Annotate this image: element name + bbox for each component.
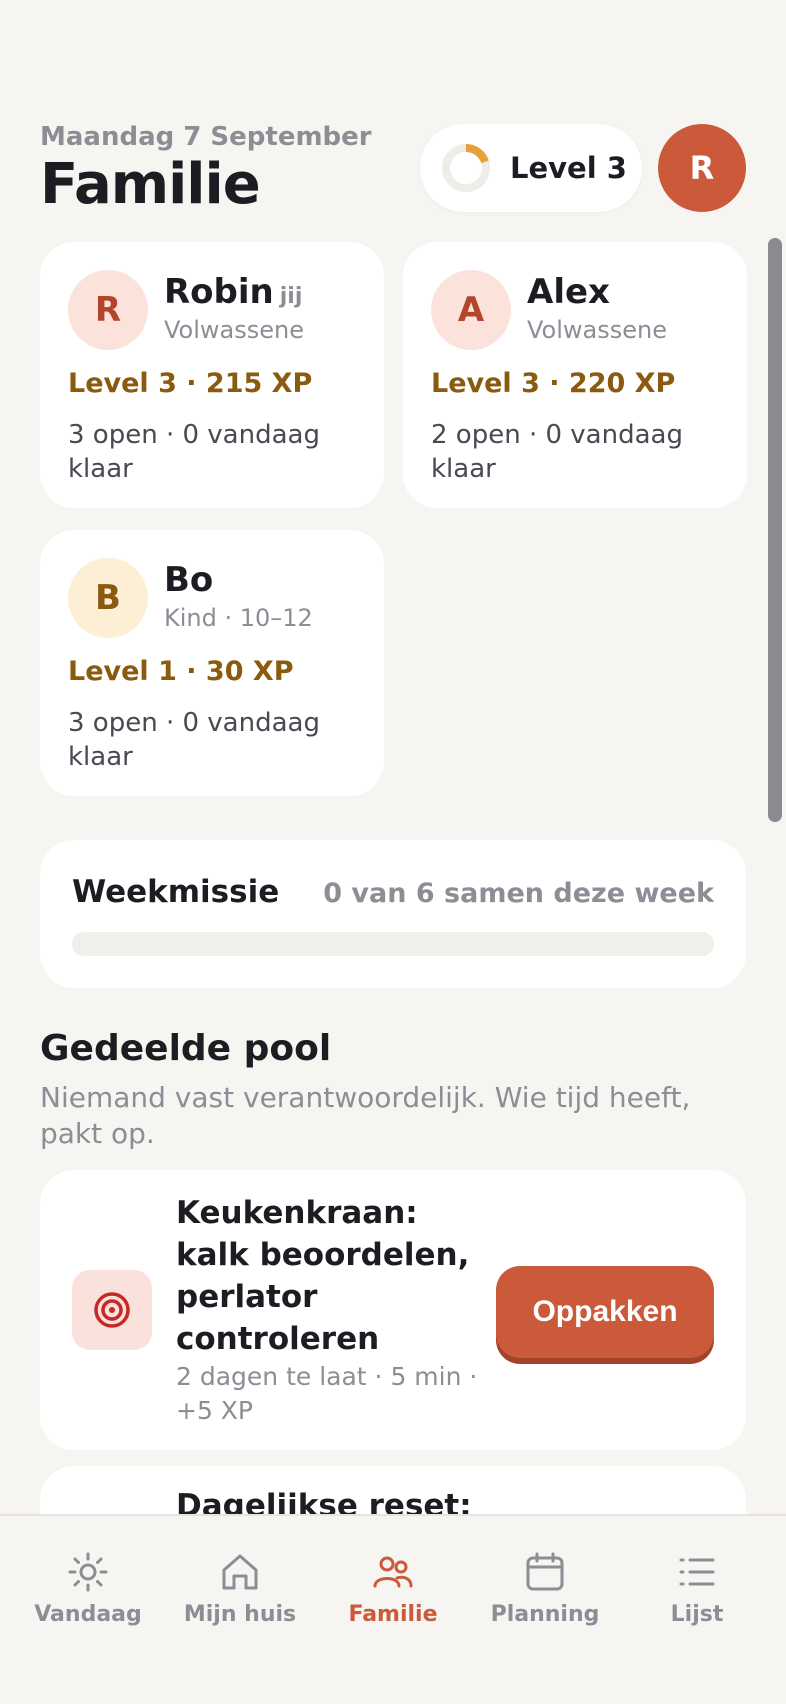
- scrollbar[interactable]: [768, 238, 782, 822]
- nav-item-lijst[interactable]: Lijst: [622, 1550, 772, 1627]
- level-label: Level 3: [510, 151, 627, 185]
- level-progress-ring-icon: [440, 142, 492, 194]
- pick-up-button[interactable]: Oppakken: [496, 1266, 714, 1358]
- member-name-text: Robin: [164, 272, 274, 312]
- mission-progress-bar: [72, 932, 714, 956]
- member-stats: 3 open · 0 vandaag klaar: [68, 708, 320, 772]
- nav-label: Planning: [490, 1602, 600, 1627]
- member-card-alex[interactable]: A Alex Volwassene Level 3 · 220 XP 2 ope…: [403, 242, 747, 508]
- member-stats: 3 open · 0 vandaag klaar: [68, 420, 320, 484]
- nav-label: Lijst: [670, 1602, 724, 1627]
- level-pill[interactable]: Level 3: [420, 124, 642, 212]
- nav-item-planning[interactable]: Planning: [470, 1550, 620, 1627]
- member-avatar: R: [68, 270, 148, 350]
- mission-title: Weekmissie: [72, 874, 280, 910]
- member-avatar: B: [68, 558, 148, 638]
- member-card-bo[interactable]: B Bo Kind · 10–12 Level 1 · 30 XP 3 open…: [40, 530, 384, 796]
- member-avatar: A: [431, 270, 511, 350]
- member-level: Level 1 · 30 XP: [68, 656, 294, 687]
- member-level: Level 3 · 215 XP: [68, 368, 313, 399]
- list-icon: [679, 1558, 715, 1586]
- page-date: Maandag 7 September: [40, 122, 372, 152]
- mission-count: 0 van 6 samen deze week: [323, 878, 714, 909]
- pool-subtitle: Niemand vast verantwoordelijk. Wie tijd …: [40, 1081, 691, 1150]
- task-card[interactable]: Keukenkraan: kalk beoordelen, perlator c…: [40, 1170, 746, 1450]
- nav-item-mijn-huis[interactable]: Mijn huis: [165, 1550, 315, 1627]
- week-mission-card[interactable]: Weekmissie 0 van 6 samen deze week: [40, 840, 746, 988]
- member-level: Level 3 · 220 XP: [431, 368, 676, 399]
- you-badge: jij: [279, 284, 303, 309]
- member-role: Kind · 10–12: [164, 604, 313, 632]
- member-name-text: Alex: [527, 272, 610, 312]
- member-name: Alex: [527, 272, 610, 312]
- nav-label: Mijn huis: [183, 1602, 297, 1627]
- member-role: Volwassene: [527, 316, 667, 344]
- page-title: Familie: [40, 152, 261, 217]
- target-icon: [72, 1270, 152, 1350]
- home-icon: [222, 1554, 258, 1590]
- member-name: Robin jij: [164, 272, 302, 312]
- family-icon: [373, 1556, 413, 1588]
- nav-label: Familie: [348, 1602, 438, 1627]
- bottom-nav: Vandaag Mijn huis Familie Planning Lijst: [0, 1514, 786, 1704]
- nav-label: Vandaag: [34, 1602, 142, 1627]
- task-title: Keukenkraan: kalk beoordelen, perlator c…: [176, 1195, 470, 1357]
- sun-icon: [68, 1552, 108, 1592]
- member-name: Bo: [164, 560, 213, 600]
- member-stats: 2 open · 0 vandaag klaar: [431, 420, 683, 484]
- member-name-text: Bo: [164, 560, 214, 600]
- member-role: Volwassene: [164, 316, 304, 344]
- nav-item-familie[interactable]: Familie: [318, 1550, 468, 1627]
- page-header: Maandag 7 September Familie Level 3 R: [40, 118, 746, 218]
- calendar-icon: [526, 1552, 564, 1591]
- task-meta: 2 dagen te laat · 5 min · +5 XP: [176, 1362, 478, 1425]
- pool-title: Gedeelde pool: [40, 1028, 332, 1069]
- member-card-robin[interactable]: R Robin jij Volwassene Level 3 · 215 XP 3…: [40, 242, 384, 508]
- nav-item-vandaag[interactable]: Vandaag: [13, 1550, 163, 1627]
- profile-avatar[interactable]: R: [658, 124, 746, 212]
